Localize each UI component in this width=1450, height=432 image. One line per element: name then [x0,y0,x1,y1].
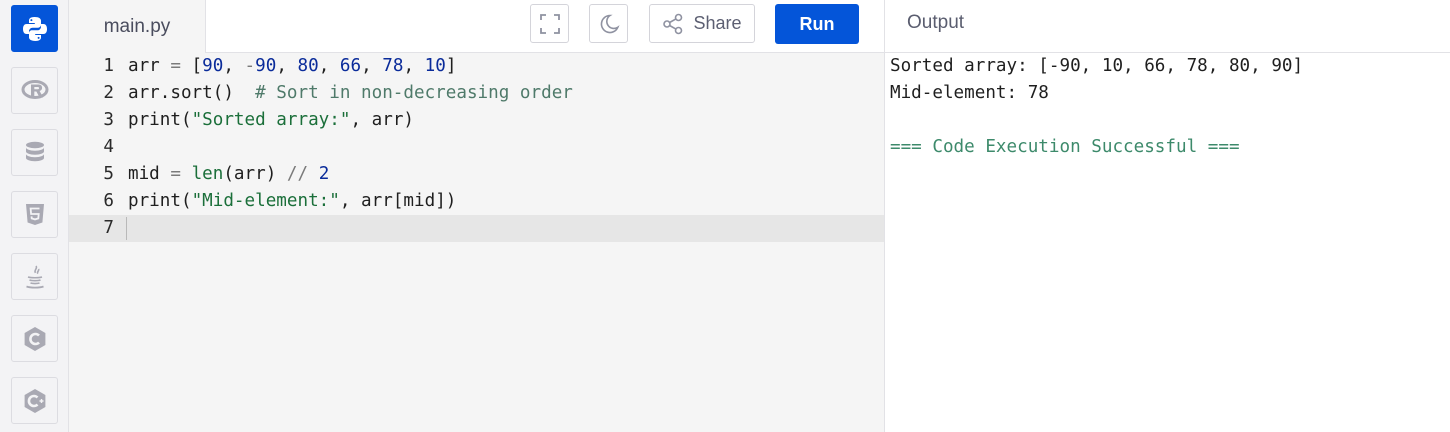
code-token: 80 [297,56,319,76]
cpp-icon [24,388,45,413]
code-token: // [286,164,309,184]
code-token: , [361,56,383,76]
file-tab-label: main.py [103,16,171,37]
code-token: "Sorted array:" [191,110,351,130]
output-line: Sorted array: [-90, 10, 66, 78, 80, 90] [890,56,1304,76]
code-token: = [170,56,181,76]
sidebar-item-database[interactable] [11,129,58,176]
line-number: 2 [103,83,114,103]
fullscreen-button[interactable] [530,4,569,43]
code-text: print("Mid-element:", arr[mid]) [128,188,456,215]
code-token: 10 [424,56,446,76]
sidebar-item-r[interactable] [11,67,58,114]
database-icon [25,141,44,161]
sidebar-item-c[interactable] [11,315,58,362]
code-editor[interactable]: 1 arr = [90, -90, 80, 66, 78, 10] 2 arr.sor… [69,53,884,432]
code-token: 90 [202,56,224,76]
code-token: , [403,56,425,76]
output-line: === Code Execution Successful === [890,137,1240,157]
code-token: # Sort in non-decreasing order [255,83,573,103]
code-text: print("Sorted array:", arr) [128,107,414,134]
code-token: 66 [339,56,362,76]
run-button-label: Run [799,13,835,34]
java-icon [25,265,44,289]
share-button[interactable]: Share [649,4,755,43]
code-token: , [318,56,340,76]
language-sidebar [0,0,69,432]
code-token: , arr[mid]) [339,191,457,211]
code-token: "Mid-element:" [191,191,340,211]
output-header: Output [884,0,1450,53]
code-token: 90 [255,56,277,76]
moon-icon [600,14,620,33]
code-line[interactable]: 7 [69,215,884,242]
file-tab-main-py[interactable]: main.py [69,0,206,54]
output-title: Output [907,12,965,33]
line-number: 7 [103,218,114,238]
line-number: 6 [103,191,114,211]
code-text: arr = [90, -90, 80, 66, 78, 10] [128,53,456,80]
line-number: 5 [103,164,114,184]
code-line[interactable]: 3 print("Sorted array:", arr) [69,107,884,134]
code-token: = [170,164,181,184]
code-token: len [191,164,224,184]
code-token: [ [180,56,203,76]
code-text: mid = len(arr) // 2 [128,161,329,188]
code-line[interactable]: 5 mid = len(arr) // 2 [69,161,884,188]
line-number: 3 [103,110,114,130]
r-icon [21,79,48,99]
code-token: , [276,56,298,76]
c-icon [24,326,45,351]
code-token: print( [128,191,192,211]
code-token: mid [128,164,171,184]
output-line: Mid-element: 78 [890,83,1049,103]
python-icon [22,16,47,41]
code-token: arr [128,56,171,76]
code-token: 78 [382,56,404,76]
text-cursor [126,217,127,240]
fullscreen-icon [539,13,560,34]
line-number: 1 [103,56,114,76]
share-button-label: Share [693,13,742,33]
share-icon [663,13,683,34]
html5-icon [25,203,44,225]
sidebar-item-java[interactable] [11,253,58,300]
code-token: ] [445,56,457,76]
code-line[interactable]: 2 arr.sort() # Sort in non-decreasing ord… [69,80,884,107]
sidebar-item-cpp[interactable] [11,377,58,424]
code-line[interactable]: 4 [69,134,884,161]
sidebar-item-python[interactable] [11,5,58,52]
code-token: , [223,56,245,76]
code-token: , arr) [350,110,415,130]
editor-toolbar: main.py Share Run [69,0,884,54]
code-token: - [244,56,256,76]
run-button[interactable]: Run [775,4,859,44]
line-number: 4 [103,137,114,157]
code-token: arr.sort() [128,83,256,103]
online-compiler-app: main.py Share Run 1 arr = [90, -90, 80, [0,0,1450,432]
code-text: arr.sort() # Sort in non-decreasing orde… [128,80,573,107]
code-token: 2 [318,164,330,184]
code-line[interactable]: 1 arr = [90, -90, 80, 66, 78, 10] [69,53,884,80]
output-console: Sorted array: [-90, 10, 66, 78, 80, 90] M… [884,53,1450,432]
code-line[interactable]: 6 print("Mid-element:", arr[mid]) [69,188,884,215]
code-token: print( [128,110,192,130]
sidebar-item-html[interactable] [11,191,58,238]
code-token: (arr) [223,164,287,184]
theme-toggle-button[interactable] [589,4,628,43]
